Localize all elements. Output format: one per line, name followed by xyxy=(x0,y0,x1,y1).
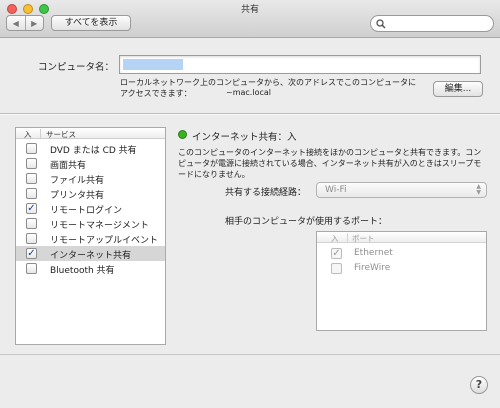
service-name: リモートマネージメント xyxy=(50,221,149,231)
services-list: 入 サービス DVD または CD 共有 画面共有ファイル共有 プリンタ共有 ✓ リモー… xyxy=(15,127,166,345)
service-name: Bluetooth 共有 xyxy=(50,266,115,276)
ports-list-header: 入 ポート xyxy=(317,232,486,243)
local-hostname: ~mac.local xyxy=(226,88,271,97)
service-name: ファイル共有 xyxy=(50,176,105,186)
edit-button[interactable]: 編集... xyxy=(433,81,483,97)
share-from-label: 共有する接続経路： xyxy=(225,188,307,198)
section-divider xyxy=(0,113,500,114)
service-row[interactable]: リモートアップルイベント xyxy=(16,231,165,246)
service-row[interactable]: Bluetooth 共有 xyxy=(16,261,165,276)
share-from-popup[interactable]: Wi-Fi ▲ ▼ xyxy=(316,182,487,198)
service-checkbox[interactable] xyxy=(26,218,37,229)
computer-name-selection xyxy=(123,59,183,70)
bottom-divider xyxy=(0,354,500,355)
service-checkbox[interactable]: ✓ xyxy=(26,248,37,259)
column-header-on[interactable]: 入 xyxy=(24,129,32,140)
share-from-value: Wi-Fi xyxy=(325,185,347,195)
ports-list: 入 ポート ✓ Ethernet FireWire xyxy=(316,231,487,331)
services-list-header: 入 サービス xyxy=(16,128,165,139)
help-button[interactable]: ? xyxy=(470,376,488,394)
service-name: リモートアップルイベント xyxy=(50,236,159,246)
service-name: インターネット共有 xyxy=(50,251,132,261)
service-row[interactable]: ✓ リモートログイン xyxy=(16,201,165,216)
search-field[interactable] xyxy=(370,15,494,32)
back-forward-control: ◀ ▶ xyxy=(6,15,44,31)
port-row: FireWire xyxy=(317,261,486,276)
forward-arrow-icon: ▶ xyxy=(31,18,38,28)
window-title: 共有 xyxy=(240,5,259,15)
search-icon xyxy=(376,19,386,29)
service-name: DVD または CD 共有 xyxy=(50,146,137,156)
column-separator xyxy=(40,129,41,138)
port-name: FireWire xyxy=(354,263,391,273)
column-header-port: ポート xyxy=(352,234,375,243)
computer-name-label: コンピュータ名： xyxy=(38,62,115,73)
show-all-button[interactable]: すべてを表示 xyxy=(51,15,131,31)
service-row[interactable]: ファイル共有 xyxy=(16,171,165,186)
service-checkbox[interactable] xyxy=(26,173,37,184)
port-checkbox xyxy=(331,263,342,274)
back-arrow-icon: ◀ xyxy=(12,18,19,28)
service-checkbox[interactable] xyxy=(26,158,37,169)
address-description-line2: アクセスできます： xyxy=(120,89,192,98)
service-description: このコンピュータのインターネット接続をほかのコンピュータと共有できます。コンピュ… xyxy=(178,148,482,179)
service-checkbox[interactable]: ✓ xyxy=(26,203,37,214)
service-name: 画面共有 xyxy=(50,161,87,171)
service-row[interactable]: リモートマネージメント xyxy=(16,216,165,231)
port-checkbox: ✓ xyxy=(331,248,342,259)
back-button[interactable]: ◀ xyxy=(7,16,25,30)
ports-label: 相手のコンピュータが使用するポート： xyxy=(225,217,388,227)
computer-name-field[interactable] xyxy=(119,55,481,74)
service-checkbox[interactable] xyxy=(26,188,37,199)
service-checkbox[interactable] xyxy=(26,233,37,244)
service-row[interactable]: 画面共有 xyxy=(16,156,165,171)
service-checkbox[interactable] xyxy=(26,143,37,154)
port-row: ✓ Ethernet xyxy=(317,246,486,261)
status-title: インターネット共有：入 xyxy=(192,132,297,143)
address-description-line1: ローカルネットワーク上のコンピュータから、次のアドレスでこのコンピュータに xyxy=(120,78,416,87)
service-row[interactable]: ✓ インターネット共有 xyxy=(16,246,165,261)
status-indicator xyxy=(178,130,187,139)
service-name: リモートログイン xyxy=(50,206,123,216)
service-name: プリンタ共有 xyxy=(50,191,105,201)
title-bar: 共有 ◀ ▶ すべてを表示 xyxy=(0,0,500,38)
column-header-on: 入 xyxy=(331,234,339,243)
service-row[interactable]: DVD または CD 共有 xyxy=(16,141,165,156)
forward-button[interactable]: ▶ xyxy=(24,16,44,30)
service-checkbox[interactable] xyxy=(26,263,37,274)
service-row[interactable]: プリンタ共有 xyxy=(16,186,165,201)
port-name: Ethernet xyxy=(354,248,393,258)
popup-arrows-icon: ▲ ▼ xyxy=(476,183,481,196)
column-separator xyxy=(347,233,348,242)
column-header-service[interactable]: サービス xyxy=(46,129,76,140)
